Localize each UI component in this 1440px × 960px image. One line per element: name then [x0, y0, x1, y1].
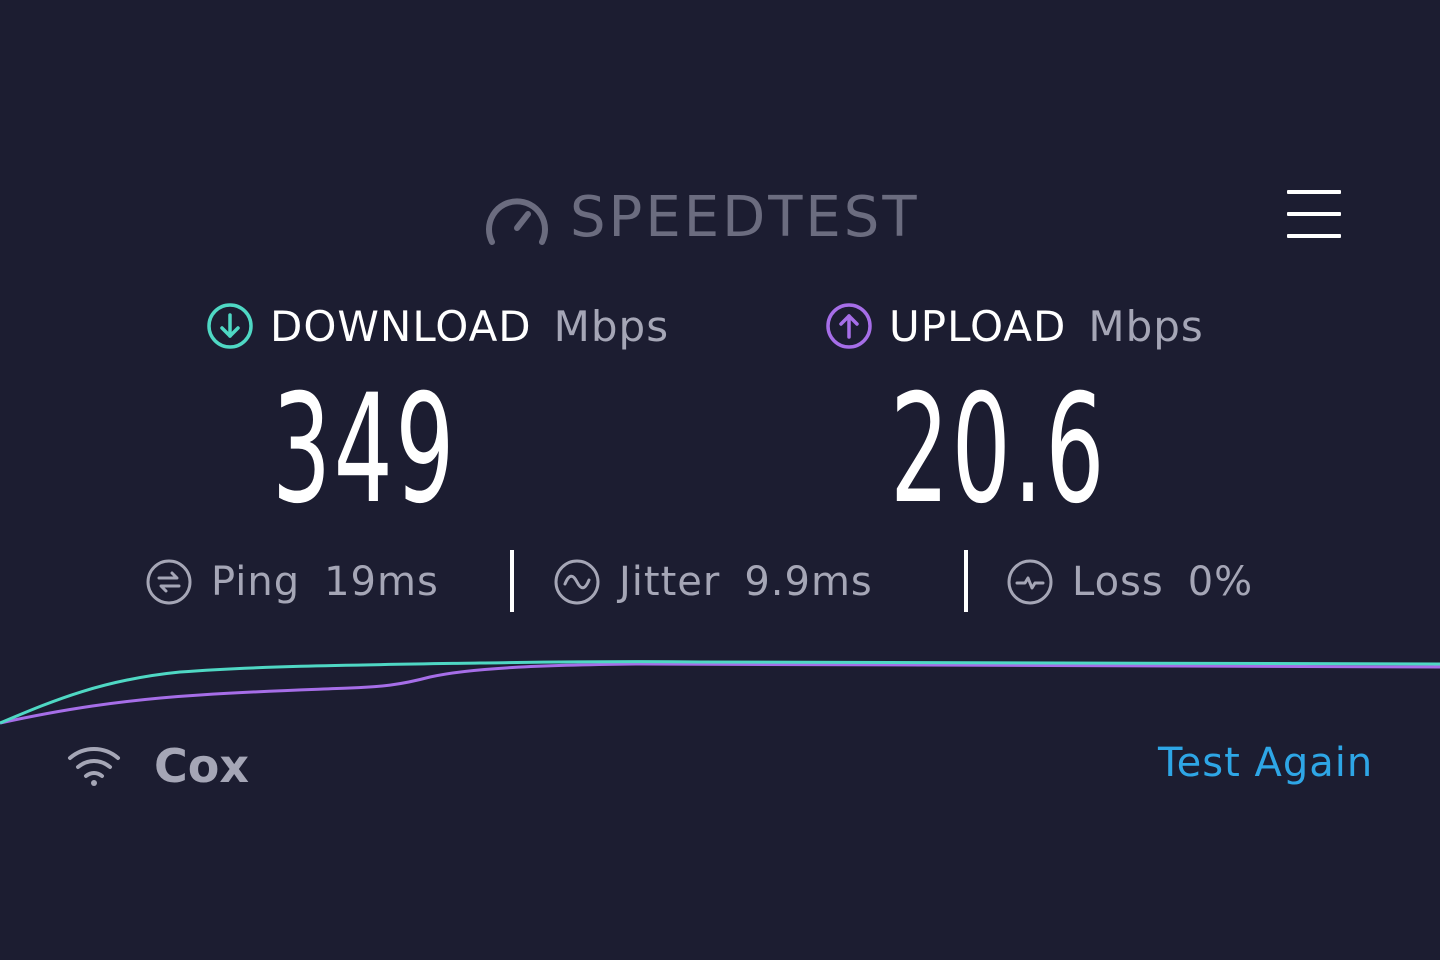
stats-divider: [510, 550, 514, 612]
download-speed-line: [0, 660, 1440, 725]
ping-value: 19ms: [324, 559, 439, 605]
jitter-stat: Jitter 9.9ms: [553, 550, 873, 614]
app-header: SPEEDTEST: [0, 180, 1440, 260]
jitter-icon: [554, 559, 600, 605]
upload-arrow-icon: [826, 303, 872, 349]
jitter-label: Jitter: [619, 559, 721, 605]
upload-unit: Mbps: [1088, 301, 1204, 351]
loss-icon: [1007, 559, 1053, 605]
loss-stat: Loss 0%: [1006, 550, 1253, 614]
speedtest-logo: SPEEDTEST: [484, 188, 920, 248]
stats-row: Ping 19ms Jitter 9.9ms Loss 0%: [0, 550, 1440, 614]
wifi-icon: [68, 747, 120, 786]
loss-label: Loss: [1072, 559, 1164, 605]
download-value: 349: [272, 363, 457, 537]
upload-header: UPLOAD Mbps: [825, 298, 1204, 354]
isp-name: Cox: [154, 739, 250, 793]
ping-label: Ping: [211, 559, 301, 605]
download-arrow-icon: [207, 303, 253, 349]
ping-icon: [146, 559, 192, 605]
logo-text: SPEEDTEST: [570, 185, 920, 250]
download-header: DOWNLOAD Mbps: [206, 298, 669, 354]
upload-label: UPLOAD: [889, 301, 1067, 351]
isp-info: Cox: [66, 738, 249, 794]
download-unit: Mbps: [553, 301, 670, 351]
upload-value: 20.6: [890, 363, 1107, 537]
jitter-value: 9.9ms: [744, 559, 873, 605]
ping-stat: Ping 19ms: [145, 550, 439, 614]
download-label: DOWNLOAD: [270, 301, 532, 351]
loss-value: 0%: [1187, 559, 1254, 605]
upload-speed-line: [0, 662, 1440, 725]
test-again-button[interactable]: Test Again: [1158, 740, 1373, 786]
speedometer-icon: [486, 198, 548, 245]
stats-divider: [964, 550, 968, 612]
speed-graph: [0, 660, 1440, 725]
hamburger-menu-icon: [1287, 190, 1341, 194]
menu-button[interactable]: [1284, 184, 1344, 244]
